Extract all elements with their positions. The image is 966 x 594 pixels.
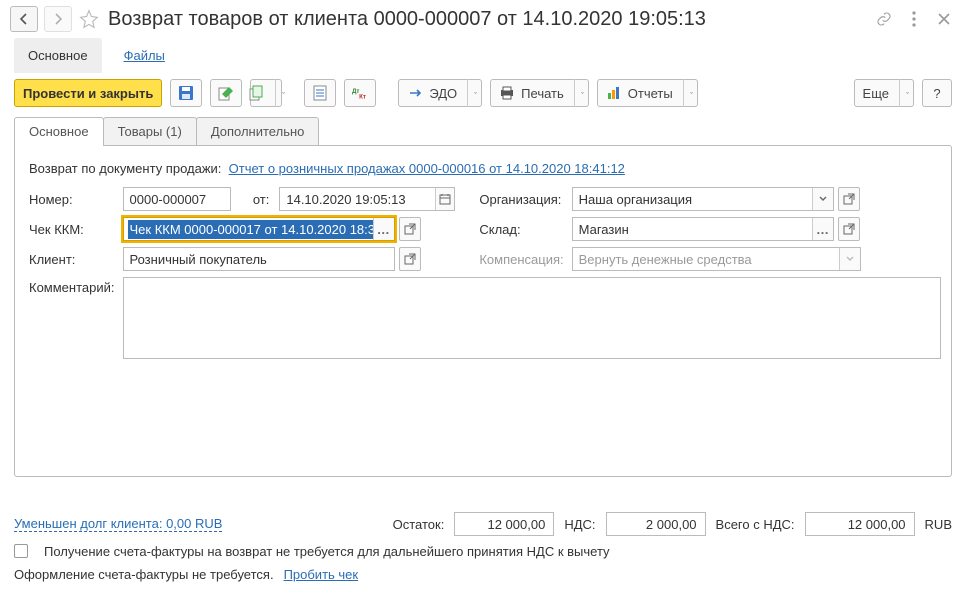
ostatok-label: Остаток:: [393, 517, 445, 532]
warehouse-label: Склад:: [461, 214, 567, 244]
help-button[interactable]: ?: [922, 79, 952, 107]
close-icon[interactable]: [936, 11, 952, 27]
navtab-files[interactable]: Файлы: [120, 38, 169, 73]
save-button[interactable]: [170, 79, 202, 107]
open-warehouse-button[interactable]: [838, 217, 860, 241]
sf-status-text: Оформление счета-фактуры не требуется.: [14, 567, 274, 582]
form-panel: Возврат по документу продажи: Отчет о ро…: [14, 145, 952, 477]
tab-main[interactable]: Основное: [14, 117, 104, 145]
nav-back-button[interactable]: [10, 6, 38, 32]
create-based-on-icon: [249, 85, 265, 101]
chevron-down-icon: [467, 79, 477, 107]
sale-doc-link[interactable]: Отчет о розничных продажах 0000-000016 о…: [229, 161, 625, 176]
number-input-wrap: [123, 187, 231, 211]
total-value: 12 000,00: [805, 512, 915, 536]
reports-button[interactable]: Отчеты: [597, 79, 698, 107]
more-button[interactable]: Еще: [854, 79, 914, 107]
comment-input[interactable]: [123, 277, 942, 359]
chevron-down-icon: [899, 79, 909, 107]
open-kkm-button[interactable]: [399, 217, 421, 241]
number-label: Номер:: [25, 184, 119, 214]
client-label: Клиент:: [25, 244, 119, 274]
chevron-down-icon: [275, 79, 285, 107]
total-label: Всего с НДС:: [716, 517, 795, 532]
favorite-star-icon[interactable]: [78, 8, 100, 30]
org-label: Организация:: [461, 184, 567, 214]
nav-forward-button[interactable]: [44, 6, 72, 32]
toolbar: Провести и закрыть ДтКт ЭДО Печать Отчет…: [0, 73, 966, 117]
post-icon: [218, 85, 234, 101]
client-input-wrap: [123, 247, 395, 271]
post-and-close-button[interactable]: Провести и закрыть: [14, 79, 162, 107]
tabstrip: Основное Товары (1) Дополнительно: [0, 117, 966, 145]
compensation-label: Компенсация:: [461, 244, 567, 274]
tab-extra[interactable]: Дополнительно: [196, 117, 320, 145]
number-input[interactable]: [124, 188, 230, 210]
dtkt-icon: ДтКт: [352, 85, 368, 101]
kebab-menu-icon[interactable]: [906, 11, 922, 27]
open-org-button[interactable]: [838, 187, 860, 211]
invoice-not-required-label: Получение счета-фактуры на возврат не тр…: [44, 544, 610, 559]
date-input[interactable]: [280, 188, 435, 210]
tab-goods[interactable]: Товары (1): [103, 117, 197, 145]
document-register-button[interactable]: [304, 79, 336, 107]
warehouse-input-wrap: …: [572, 217, 834, 241]
chevron-down-icon: [574, 79, 584, 107]
compensation-input-wrap: [572, 247, 861, 271]
nds-label: НДС:: [564, 517, 595, 532]
print-button[interactable]: Печать: [490, 79, 589, 107]
date-input-wrap: [279, 187, 455, 211]
edo-button[interactable]: ЭДО: [398, 79, 482, 107]
nav-tabs: Основное Файлы: [0, 36, 966, 73]
chevron-down-icon: [683, 79, 693, 107]
ostatok-value: 12 000,00: [454, 512, 554, 536]
compensation-input: [573, 248, 840, 270]
client-input[interactable]: [124, 248, 394, 270]
edo-icon: [407, 85, 423, 101]
link-icon[interactable]: [876, 11, 892, 27]
create-based-on-button[interactable]: [250, 79, 282, 107]
ellipsis-icon[interactable]: …: [812, 218, 832, 240]
chevron-down-icon[interactable]: [839, 248, 859, 270]
dtkt-button[interactable]: ДтКт: [344, 79, 376, 107]
document-icon: [312, 85, 328, 101]
calendar-icon[interactable]: [435, 188, 454, 210]
nds-value: 2 000,00: [606, 512, 706, 536]
svg-text:Кт: Кт: [359, 93, 366, 100]
open-client-button[interactable]: [399, 247, 421, 271]
reports-icon: [606, 85, 622, 101]
chevron-down-icon[interactable]: [812, 188, 832, 210]
org-input-wrap: [572, 187, 834, 211]
currency-label: RUB: [925, 517, 952, 532]
post-button[interactable]: [210, 79, 242, 107]
ellipsis-icon[interactable]: …: [373, 218, 393, 240]
debt-link[interactable]: Уменьшен долг клиента: 0,00 RUB: [14, 516, 222, 532]
page-title: Возврат товаров от клиента 0000-000007 о…: [108, 8, 870, 31]
save-icon: [178, 85, 194, 101]
comment-label: Комментарий:: [25, 274, 119, 365]
kkm-label: Чек ККМ:: [25, 214, 119, 244]
print-icon: [499, 85, 515, 101]
date-from-label: от:: [235, 184, 276, 214]
kkm-input-wrap: Чек ККМ 0000-000017 от 14.10.2020 18:3 …: [123, 217, 395, 241]
footer: Уменьшен долг клиента: 0,00 RUB Остаток:…: [14, 508, 952, 586]
by-doc-label: Возврат по документу продажи:: [29, 161, 221, 176]
navtab-main[interactable]: Основное: [14, 38, 102, 73]
org-input[interactable]: [573, 188, 813, 210]
punch-check-link[interactable]: Пробить чек: [284, 567, 359, 582]
kkm-input[interactable]: Чек ККМ 0000-000017 от 14.10.2020 18:3: [128, 220, 374, 239]
warehouse-input[interactable]: [573, 218, 813, 240]
titlebar: Возврат товаров от клиента 0000-000007 о…: [0, 0, 966, 36]
invoice-not-required-checkbox[interactable]: [14, 544, 34, 559]
